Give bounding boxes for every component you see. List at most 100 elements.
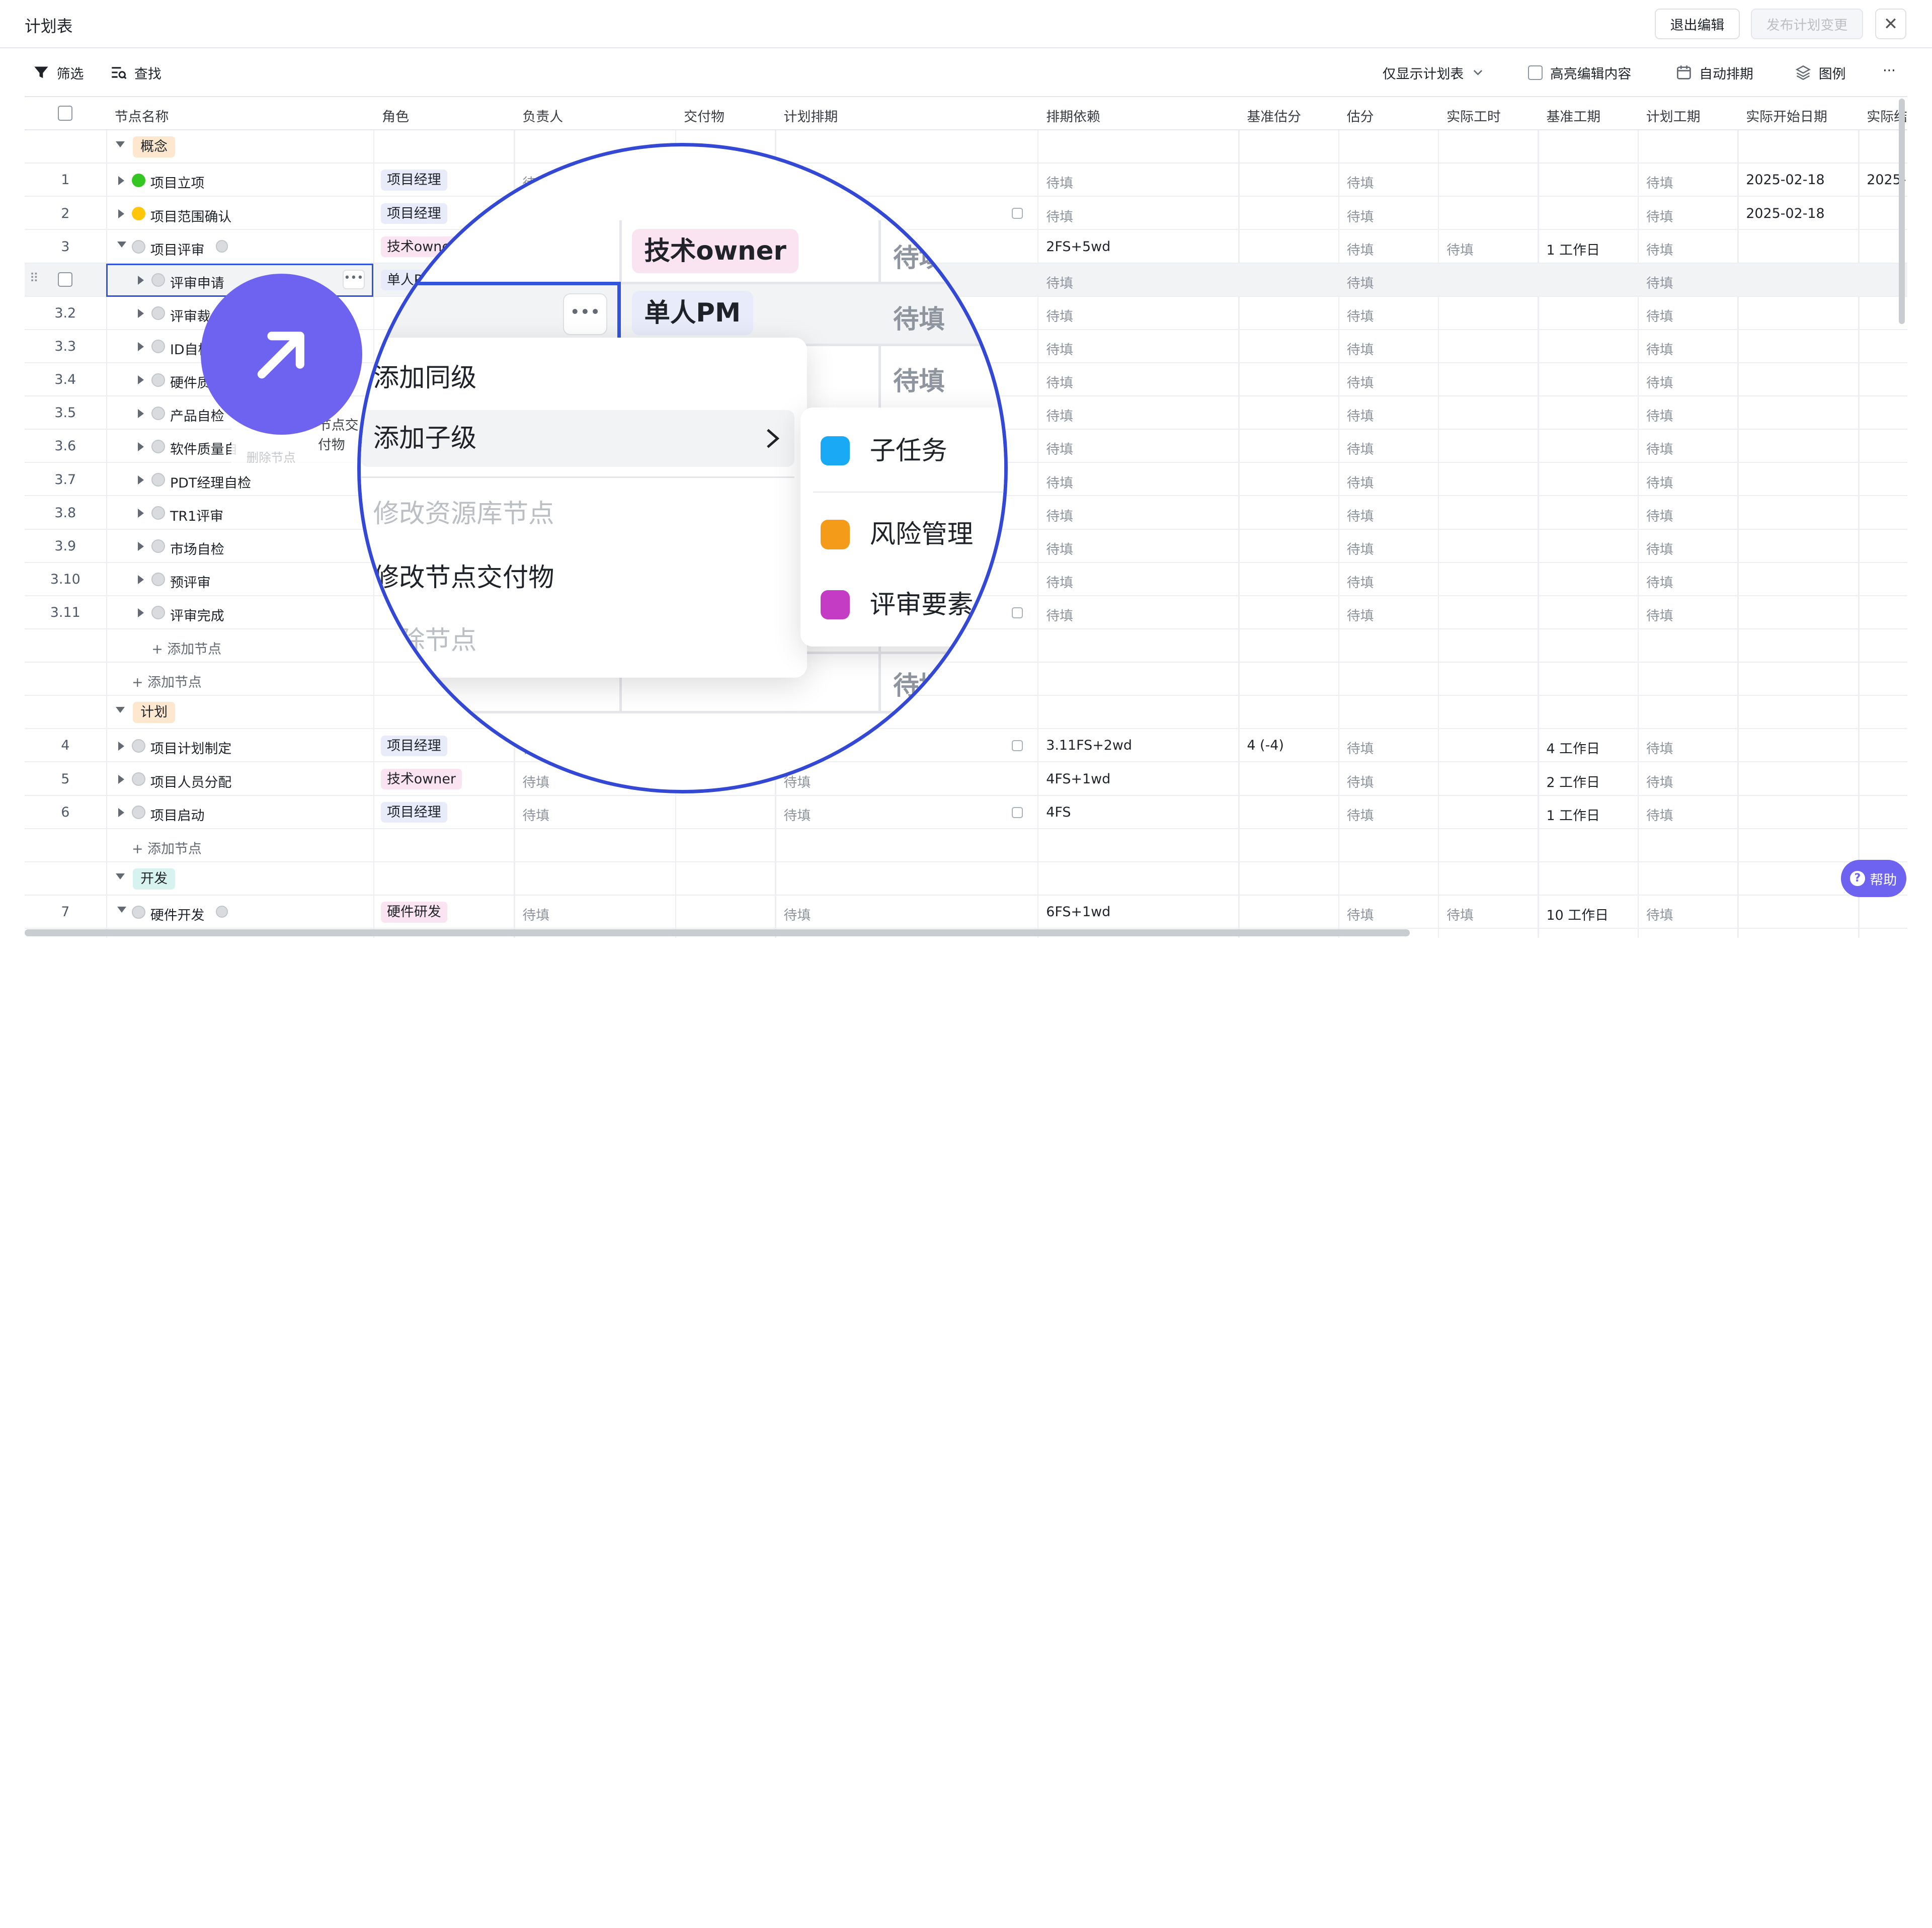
dependency-cell[interactable]: 待填: [1046, 339, 1073, 358]
base-duration-cell[interactable]: 4 工作日: [1546, 738, 1599, 757]
dependency-cell[interactable]: 待填: [1046, 505, 1073, 525]
node-name[interactable]: 产品自检: [170, 405, 224, 425]
menu-add-child[interactable]: 添加子级: [361, 410, 795, 467]
table-row[interactable]: 7 硬件开发 硬件研发 待填 待填 6FS+1wd 待填 待填 10 工作日 待…: [24, 896, 1908, 929]
node-name[interactable]: 项目立项: [150, 172, 205, 192]
col-header[interactable]: 负责人: [522, 106, 563, 125]
base-duration-cell[interactable]: 1 工作日: [1546, 805, 1599, 824]
owner-cell[interactable]: 待填: [522, 805, 549, 824]
add-node-row[interactable]: + 添加节点: [24, 829, 1908, 862]
plan-duration-cell[interactable]: 待填: [1646, 572, 1673, 591]
plan-duration-cell[interactable]: 待填: [1646, 272, 1673, 292]
collapse-icon[interactable]: [116, 873, 125, 879]
schedule-cell[interactable]: 待填: [784, 805, 811, 824]
plan-duration-cell[interactable]: 待填: [1646, 405, 1673, 425]
collapse-icon[interactable]: [117, 241, 126, 248]
expand-icon[interactable]: [138, 409, 144, 418]
add-node-button[interactable]: + 添加节点: [132, 671, 202, 691]
expand-icon[interactable]: [118, 774, 124, 784]
plan-duration-cell[interactable]: 待填: [1646, 305, 1673, 325]
copy-icon[interactable]: [1011, 740, 1023, 752]
dependency-cell[interactable]: 待填: [1046, 305, 1073, 325]
view-select-dropdown[interactable]: 仅显示计划表: [1383, 63, 1485, 83]
estimate-cell[interactable]: 待填: [1347, 372, 1374, 391]
filter-button[interactable]: 筛选: [33, 63, 84, 83]
actual-hours-cell[interactable]: 待填: [1446, 239, 1474, 259]
col-header[interactable]: 实际工时: [1446, 106, 1501, 125]
plan-duration-cell[interactable]: 待填: [1646, 771, 1673, 791]
add-node-button[interactable]: + 添加节点: [132, 838, 202, 857]
estimate-cell[interactable]: 待填: [1347, 605, 1374, 624]
zoom-row-more-button[interactable]: •••: [562, 293, 607, 335]
estimate-cell[interactable]: 待填: [1347, 239, 1374, 259]
expand-icon[interactable]: [138, 575, 144, 585]
copy-icon[interactable]: [1011, 208, 1023, 219]
collapse-icon[interactable]: [117, 906, 126, 913]
expand-icon[interactable]: [118, 741, 124, 751]
search-button[interactable]: 查找: [111, 63, 162, 83]
col-header[interactable]: 估分: [1347, 106, 1374, 125]
node-name[interactable]: 评审裁: [170, 305, 211, 325]
node-name[interactable]: 预评审: [170, 572, 211, 591]
highlight-checkbox[interactable]: [1527, 65, 1543, 81]
role-tag[interactable]: 硬件研发: [380, 902, 447, 923]
node-name[interactable]: 软件质量自: [170, 438, 238, 458]
estimate-cell[interactable]: 待填: [1347, 405, 1374, 425]
node-name[interactable]: 硬件开发: [150, 904, 205, 924]
plan-duration-cell[interactable]: 待填: [1646, 206, 1673, 225]
estimate-cell[interactable]: 待填: [1347, 904, 1374, 924]
dependency-cell[interactable]: 待填: [1046, 206, 1073, 225]
exit-edit-button[interactable]: 退出编辑: [1655, 9, 1740, 40]
horizontal-scrollbar[interactable]: [24, 929, 1410, 937]
plan-duration-cell[interactable]: 待填: [1646, 738, 1673, 757]
plan-duration-cell[interactable]: 待填: [1646, 605, 1673, 624]
base-estimate-cell[interactable]: 4 (-4): [1247, 738, 1284, 753]
node-name[interactable]: 市场自检: [170, 538, 224, 558]
estimate-cell[interactable]: 待填: [1347, 206, 1374, 225]
dependency-cell[interactable]: 待填: [1046, 572, 1073, 591]
plan-duration-cell[interactable]: 待填: [1646, 472, 1673, 492]
plan-duration-cell[interactable]: 待填: [1646, 172, 1673, 192]
col-header[interactable]: 节点名称: [115, 106, 169, 125]
start-date-cell[interactable]: 2025-02-18: [1746, 206, 1824, 221]
expand-icon[interactable]: [138, 475, 144, 485]
estimate-cell[interactable]: 待填: [1347, 505, 1374, 525]
estimate-cell[interactable]: 待填: [1347, 272, 1374, 292]
submenu-risk[interactable]: 风险管理: [800, 506, 1004, 563]
expand-icon[interactable]: [138, 508, 144, 518]
plan-duration-cell[interactable]: 待填: [1646, 538, 1673, 558]
estimate-cell[interactable]: 待填: [1347, 438, 1374, 458]
dependency-cell[interactable]: 待填: [1046, 405, 1073, 425]
add-child-node-button[interactable]: + 添加节点: [151, 638, 221, 658]
help-button[interactable]: ? 帮助: [1840, 860, 1906, 897]
dependency-cell[interactable]: 待填: [1046, 605, 1073, 624]
drag-handle-icon[interactable]: ⠿: [30, 271, 39, 285]
expand-icon[interactable]: [138, 608, 144, 618]
submenu-review[interactable]: 评审要素: [800, 577, 1004, 633]
plan-duration-cell[interactable]: 待填: [1646, 438, 1673, 458]
dependency-cell[interactable]: 6FS+1wd: [1046, 904, 1110, 920]
dependency-cell[interactable]: 待填: [1046, 272, 1073, 292]
collapse-icon[interactable]: [116, 141, 125, 147]
plan-duration-cell[interactable]: 待填: [1646, 805, 1673, 824]
dependency-cell[interactable]: 待填: [1046, 372, 1073, 391]
estimate-cell[interactable]: 待填: [1347, 572, 1374, 591]
node-name[interactable]: 项目人员分配: [150, 771, 232, 791]
auto-schedule-button[interactable]: 自动排期: [1676, 63, 1753, 83]
schedule-cell[interactable]: 待填: [784, 904, 811, 924]
node-name[interactable]: 评审完成: [170, 605, 224, 624]
col-header[interactable]: 实际开始日期: [1746, 106, 1827, 125]
base-duration-cell[interactable]: 2 工作日: [1546, 771, 1599, 791]
plan-duration-cell[interactable]: 待填: [1646, 239, 1673, 259]
node-name[interactable]: 项目评审: [150, 239, 205, 259]
more-options-button[interactable]: ···: [1883, 63, 1896, 78]
collapse-icon[interactable]: [116, 707, 125, 713]
col-header[interactable]: 交付物: [684, 106, 725, 125]
copy-icon[interactable]: [1011, 807, 1023, 818]
highlight-edits-toggle[interactable]: 高亮编辑内容: [1527, 63, 1631, 83]
menu-edit-deliverable[interactable]: 修改节点交付物: [361, 549, 794, 606]
dependency-cell[interactable]: 4FS: [1046, 805, 1071, 820]
node-name[interactable]: 项目范围确认: [150, 206, 232, 225]
vertical-scrollbar[interactable]: [1898, 98, 1905, 325]
actual-hours-cell[interactable]: 待填: [1446, 904, 1474, 924]
